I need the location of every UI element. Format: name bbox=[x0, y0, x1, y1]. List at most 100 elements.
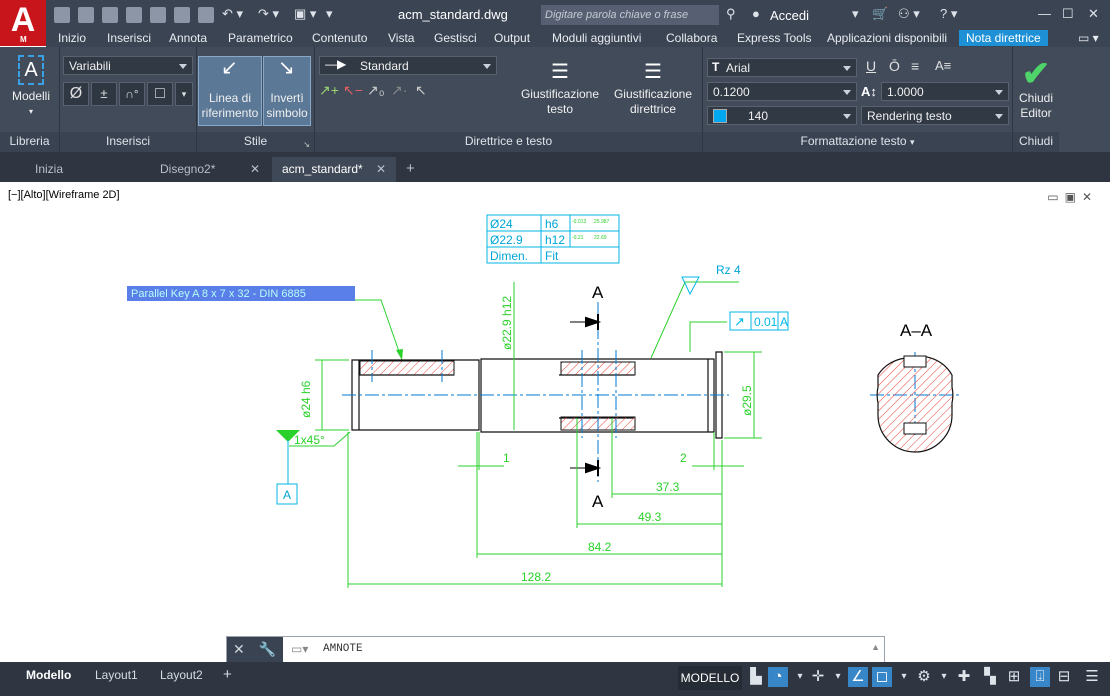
login-dropdown-icon[interactable]: ▾ bbox=[852, 6, 859, 22]
login-link[interactable]: Accedi bbox=[770, 8, 809, 23]
keyway-hatch bbox=[359, 360, 455, 376]
symbols-dropdown-icon[interactable]: ▾ bbox=[175, 82, 193, 106]
panel-expand-icon[interactable]: ▾ bbox=[910, 137, 915, 147]
undo-icon[interactable]: ↶ ▾ bbox=[222, 6, 243, 22]
inverti-simbolo-button[interactable]: ↘ Invertì simbolo bbox=[263, 56, 311, 126]
text-align-dropdown-button[interactable]: A≡ bbox=[935, 58, 951, 73]
gear-icon[interactable]: ⚙ bbox=[914, 667, 934, 687]
leader-bend-icon[interactable]: ↖ bbox=[415, 82, 427, 99]
settings-dropdown-icon[interactable]: ▾ bbox=[934, 667, 954, 687]
close-command-icon[interactable]: ✕ bbox=[233, 641, 245, 657]
command-history-icon[interactable]: ▭▾ bbox=[291, 642, 308, 656]
text-color-combo[interactable]: 140 bbox=[707, 106, 857, 125]
save-icon[interactable] bbox=[102, 7, 118, 23]
tab-nota-direttrice[interactable]: Nota direttrice bbox=[959, 30, 1048, 46]
font-combo[interactable]: Arial bbox=[707, 58, 857, 77]
text-height-combo[interactable]: 0.1200 bbox=[707, 82, 857, 101]
text-render-combo[interactable]: Rendering testo bbox=[861, 106, 1009, 125]
underline-button[interactable]: U bbox=[866, 58, 876, 74]
customize-command-icon[interactable]: 🔧 bbox=[259, 641, 276, 657]
width-factor-spinner[interactable]: 1.0000 bbox=[881, 82, 1009, 101]
open-folder-icon[interactable] bbox=[78, 7, 94, 23]
close-tab-icon[interactable]: ✕ bbox=[250, 157, 260, 181]
tab-output[interactable]: Output bbox=[494, 31, 530, 45]
overline-button[interactable]: Ō bbox=[889, 58, 900, 74]
tab-modello[interactable]: Modello bbox=[26, 665, 71, 687]
leader-vertex-icon[interactable]: ↗₀ bbox=[367, 82, 385, 99]
giustificazione-testo-button[interactable]: ☰ Giustificazione testo bbox=[515, 57, 605, 117]
new-tab-button[interactable]: + bbox=[396, 157, 426, 182]
redo-icon[interactable]: ↷ ▾ bbox=[258, 6, 279, 22]
drawing-canvas[interactable]: [−][Alto][Wireframe 2D] ▭▣✕ Ø24 h6 Ø22.9… bbox=[4, 182, 1106, 662]
command-line[interactable]: ✕ 🔧 ▭▾ AMNOTE ▲ bbox=[226, 636, 885, 663]
osnap-dropdown-icon[interactable]: ▾ bbox=[894, 667, 914, 687]
polar-dropdown-icon[interactable]: ▾ bbox=[828, 667, 848, 687]
panel-launcher-icon[interactable]: ↘ bbox=[303, 140, 310, 149]
snap-dropdown-icon[interactable]: ▾ bbox=[790, 667, 810, 687]
add-leader-icon[interactable]: ↗+ bbox=[319, 82, 339, 99]
network-icon[interactable]: ⚇ ▾ bbox=[898, 6, 920, 22]
leader-note-text[interactable]: Parallel Key A 8 x 7 x 32 - DIN 6885 bbox=[131, 288, 306, 300]
tab-gestisci[interactable]: Gestisci bbox=[434, 31, 477, 45]
tab-moduli-aggiuntivi[interactable]: Moduli aggiuntivi bbox=[552, 31, 641, 45]
workspace-icon[interactable]: ▣ ▾ bbox=[294, 6, 316, 22]
variables-combo[interactable]: Variabili bbox=[63, 56, 193, 75]
strikethrough-button[interactable]: ≡ bbox=[911, 58, 919, 74]
save-as-icon[interactable] bbox=[126, 7, 142, 23]
doc-tab-disegno2[interactable]: Disegno2* ✕ bbox=[140, 157, 270, 182]
close-tab-icon[interactable]: ✕ bbox=[376, 157, 386, 181]
modelli-button[interactable]: A Modelli ▾ bbox=[6, 53, 56, 119]
binoculars-icon[interactable]: ⚲ bbox=[726, 6, 736, 22]
doc-tab-acm-standard[interactable]: acm_standard* ✕ bbox=[272, 157, 396, 182]
tab-layout1[interactable]: Layout1 bbox=[95, 665, 138, 687]
command-expand-icon[interactable]: ▲ bbox=[871, 642, 880, 652]
tab-inserisci[interactable]: Inserisci bbox=[107, 31, 151, 45]
tab-layout2[interactable]: Layout2 bbox=[160, 665, 203, 687]
tab-applicazioni-disponibili[interactable]: Applicazioni disponibili bbox=[827, 31, 947, 45]
snap-icon[interactable]: ◔ bbox=[768, 667, 788, 687]
square-symbol-button[interactable]: □ bbox=[147, 82, 173, 106]
cart-icon[interactable]: 🛒 bbox=[872, 6, 888, 22]
print-icon[interactable] bbox=[198, 7, 214, 23]
leader-vertex-remove-icon[interactable]: ↗· bbox=[391, 82, 407, 99]
command-input[interactable]: AMNOTE bbox=[323, 643, 363, 655]
tab-express-tools[interactable]: Express Tools bbox=[737, 31, 811, 45]
giustificazione-direttrice-button[interactable]: ☰ Giustificazione direttrice bbox=[611, 57, 695, 117]
object-track-icon[interactable]: ◻ bbox=[872, 667, 892, 687]
tab-vista[interactable]: Vista bbox=[388, 31, 414, 45]
tab-annota[interactable]: Annota bbox=[169, 31, 207, 45]
tab-parametrico[interactable]: Parametrico bbox=[228, 31, 293, 45]
degree-symbol-button[interactable]: ∩° bbox=[119, 82, 145, 106]
customize-status-icon[interactable]: ☰ bbox=[1082, 667, 1102, 687]
linea-di-riferimento-button[interactable]: ↙ Linea di riferimento bbox=[198, 56, 262, 126]
osnap-icon[interactable]: ∠ bbox=[848, 667, 868, 687]
minimize-icon[interactable]: — bbox=[1038, 6, 1051, 21]
isolate-icon[interactable]: ⍗ bbox=[1030, 667, 1050, 687]
grid-icon[interactable]: ▙ bbox=[746, 667, 766, 687]
tab-inizio[interactable]: Inizio bbox=[58, 31, 86, 45]
qat-customize-icon[interactable]: ▾ bbox=[326, 6, 333, 22]
new-file-icon[interactable] bbox=[54, 7, 70, 23]
help-icon[interactable]: ? ▾ bbox=[940, 6, 957, 22]
model-space-toggle[interactable]: MODELLO bbox=[678, 666, 742, 690]
maximize-icon[interactable]: ☐ bbox=[1062, 6, 1074, 22]
remove-leader-icon[interactable]: ↖− bbox=[343, 82, 363, 99]
web-open-icon[interactable] bbox=[150, 7, 166, 23]
add-layout-button[interactable]: + bbox=[223, 665, 232, 687]
diameter-symbol-button[interactable]: Ø bbox=[63, 82, 89, 106]
web-save-icon[interactable] bbox=[174, 7, 190, 23]
close-icon[interactable]: ✕ bbox=[1088, 6, 1099, 22]
annotation-monitor-icon[interactable]: ⊞ bbox=[1004, 667, 1024, 687]
search-input[interactable]: Digitare parola chiave o frase bbox=[541, 5, 719, 25]
ribbon-minimize-icon[interactable]: ▭ ▾ bbox=[1078, 31, 1099, 45]
application-menu-button[interactable]: AM bbox=[0, 0, 46, 46]
chiudi-editor-button[interactable]: ✔ Chiudi Editor bbox=[1013, 57, 1059, 121]
polar-icon[interactable]: ✛ bbox=[808, 667, 828, 687]
tab-collabora[interactable]: Collabora bbox=[666, 31, 717, 45]
workspace-switch-icon[interactable]: ▚ bbox=[980, 667, 1000, 687]
ui-elements-icon[interactable]: ⊟ bbox=[1054, 667, 1074, 687]
tab-contenuto[interactable]: Contenuto bbox=[312, 31, 367, 45]
doc-tab-inizia[interactable]: Inizia bbox=[15, 157, 135, 182]
crosshair-icon[interactable]: ✚ bbox=[954, 667, 974, 687]
plus-minus-symbol-button[interactable]: ± bbox=[91, 82, 117, 106]
